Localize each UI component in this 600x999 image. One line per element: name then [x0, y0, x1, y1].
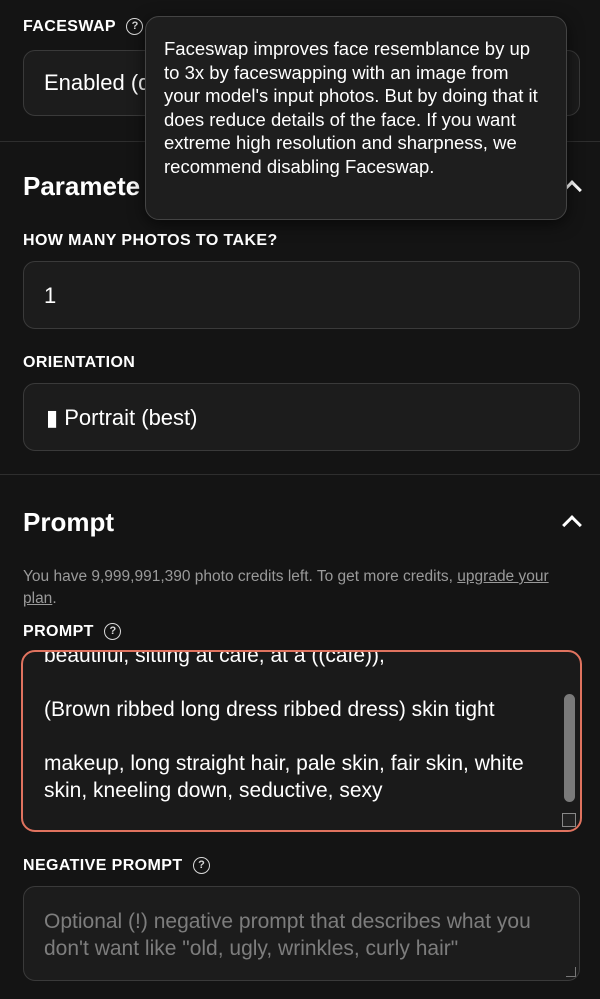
orientation-label: ORIENTATION [23, 354, 136, 371]
orientation-select-value: ▮ Portrait (best) [46, 405, 198, 430]
section-divider [0, 474, 600, 475]
credits-suffix: . [52, 590, 57, 607]
credits-notice: You have 9,999,991,390 photo credits lef… [23, 566, 578, 610]
negative-prompt-placeholder: Optional (!) negative prompt that descri… [44, 910, 531, 960]
scrollbar-thumb[interactable] [564, 694, 575, 802]
prompt-text: beautiful, sitting at cafe, at a ((cafe)… [44, 650, 524, 802]
photos-count-label: HOW MANY PHOTOS TO TAKE? [23, 232, 278, 249]
negative-prompt-textarea[interactable]: Optional (!) negative prompt that descri… [23, 886, 580, 981]
resize-handle-icon[interactable] [562, 813, 576, 827]
chevron-up-icon[interactable] [562, 515, 582, 535]
prompt-textarea[interactable]: beautiful, sitting at cafe, at a ((cafe)… [21, 650, 582, 832]
help-icon[interactable]: ? [104, 623, 122, 641]
prompt-label: PROMPT [23, 623, 94, 640]
orientation-select[interactable]: ▮ Portrait (best) [23, 383, 580, 451]
negative-prompt-label-row: NEGATIVE PROMPT ? [23, 857, 210, 875]
faceswap-tooltip: Faceswap improves face resemblance by up… [145, 16, 567, 220]
faceswap-label-row: FACESWAP ? [23, 18, 144, 36]
resize-handle-icon[interactable] [566, 967, 576, 977]
prompt-label-row: PROMPT ? [23, 623, 122, 641]
credits-text: You have 9,999,991,390 photo credits lef… [23, 568, 458, 585]
faceswap-label: FACESWAP [23, 18, 116, 35]
photos-count-input[interactable]: 1 [23, 261, 580, 329]
prompt-heading: Prompt [23, 507, 114, 537]
negative-prompt-label: NEGATIVE PROMPT [23, 857, 183, 874]
photos-count-value: 1 [44, 283, 57, 308]
tooltip-text: Faceswap improves face resemblance by up… [164, 38, 538, 177]
help-icon[interactable]: ? [192, 857, 210, 875]
parameters-heading: Paramete [23, 171, 141, 201]
prompt-scrollbar[interactable] [561, 656, 577, 830]
help-icon[interactable]: ? [126, 18, 144, 36]
faceswap-select-value: Enabled (d [44, 70, 151, 95]
